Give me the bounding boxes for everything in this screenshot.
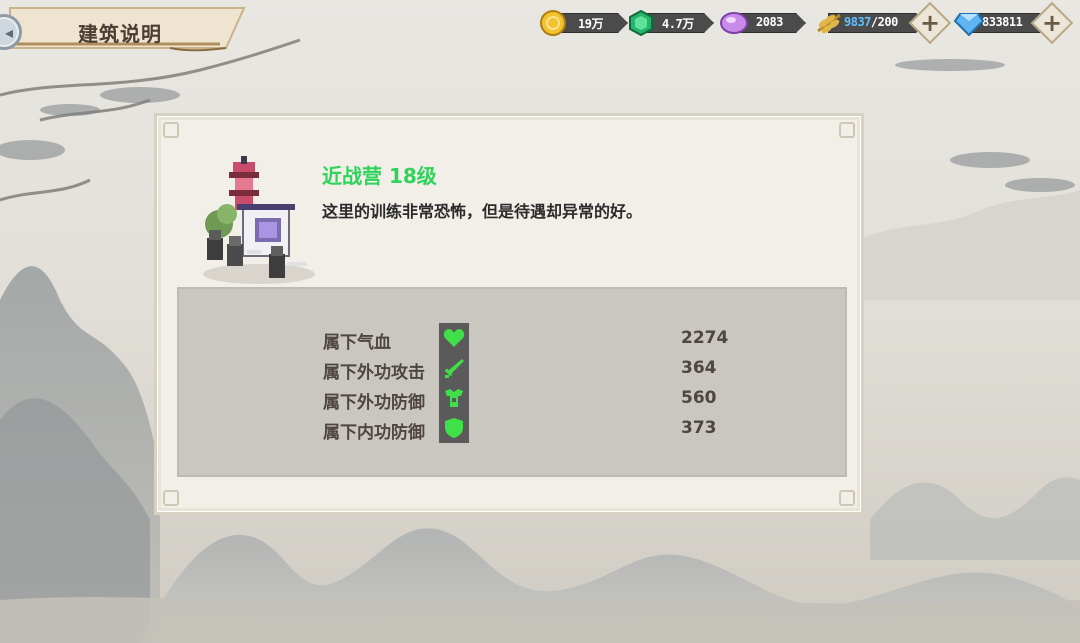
- stamina-add-button[interactable]: +: [915, 8, 945, 38]
- resource-stamina: 9837/200 +: [814, 1, 952, 45]
- stat-label: 属下气血: [323, 333, 391, 353]
- corner-ornament: [163, 490, 179, 506]
- gold-value: 19万: [578, 17, 603, 31]
- stat-value: 364: [681, 358, 717, 378]
- stat-row-outer-defense: 属下外功防御 560: [323, 383, 743, 413]
- subordinate-stats-box: 属下气血 2274 属下外功攻击 364 属下外功防御 560 属下内功防御 3…: [177, 287, 847, 477]
- corner-ornament: [839, 490, 855, 506]
- page-title-banner: ◂ 建筑说明: [0, 4, 250, 52]
- gold-coin-icon: [540, 10, 566, 36]
- building-name: 近战营 18级: [322, 164, 437, 188]
- resource-gold: 19万: [540, 8, 630, 38]
- armor-icon: [439, 383, 469, 413]
- crystal-value: 2083: [756, 15, 783, 29]
- melee-camp-building-icon: [203, 156, 315, 284]
- resource-jade: 4.7万: [628, 8, 716, 38]
- sword-icon: [439, 353, 469, 383]
- stat-label: 属下外功防御: [323, 393, 425, 413]
- stat-row-outer-attack: 属下外功攻击 364: [323, 353, 743, 383]
- diamond-value: 833811: [982, 15, 1023, 29]
- purple-crystal-icon: [720, 12, 748, 34]
- back-arrow-icon: ◂: [4, 22, 14, 42]
- resource-diamond: 833811 +: [954, 1, 1074, 45]
- diamond-add-button[interactable]: +: [1037, 8, 1067, 38]
- wheat-icon: [817, 13, 841, 34]
- shield-icon: [439, 413, 469, 443]
- stat-label: 属下内功防御: [323, 423, 425, 443]
- diamond-icon: [954, 13, 984, 36]
- corner-ornament: [163, 122, 179, 138]
- resource-crystal: 2083: [720, 8, 808, 38]
- jade-value: 4.7万: [662, 17, 694, 31]
- building-description: 这里的训练非常恐怖，但是待遇却异常的好。: [322, 202, 643, 221]
- green-gem-icon: [629, 10, 653, 36]
- stat-value: 373: [681, 418, 717, 438]
- building-info-panel: 近战营 18级 这里的训练非常恐怖，但是待遇却异常的好。 属下气血 2274 属…: [154, 113, 864, 515]
- stat-row-inner-defense: 属下内功防御 373: [323, 413, 743, 443]
- stat-value: 560: [681, 388, 717, 408]
- stat-value: 2274: [681, 328, 729, 348]
- stat-row-hp: 属下气血 2274: [323, 323, 743, 353]
- stamina-value: 9837/200: [844, 15, 898, 29]
- corner-ornament: [839, 122, 855, 138]
- page-title: 建筑说明: [78, 22, 162, 46]
- heart-icon: [439, 323, 469, 353]
- stat-label: 属下外功攻击: [323, 363, 425, 383]
